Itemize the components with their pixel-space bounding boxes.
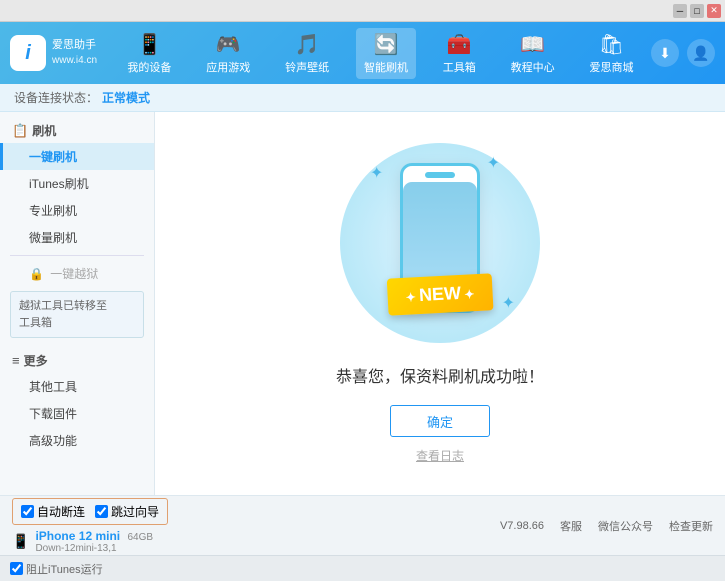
header-actions: ⬇ 👤	[651, 39, 715, 67]
logo-text: 爱思助手 www.i4.cn	[52, 38, 97, 67]
sidebar-item-micro-flash[interactable]: 微量刷机	[0, 224, 154, 251]
bottom-device-info: 📱 iPhone 12 mini 64GB Down-12mini-13,1	[12, 529, 168, 554]
main-layout: 📋 刷机 一键刷机 iTunes刷机 专业刷机 微量刷机 🔒 一键越狱 越狱工具…	[0, 112, 725, 495]
success-text: 恭喜您，保资料刷机成功啦！	[336, 363, 544, 387]
logo-area: i 爱思助手 www.i4.cn	[10, 35, 110, 71]
confirm-button[interactable]: 确定	[390, 405, 490, 437]
skip-wizard-checkbox[interactable]: 跳过向导	[95, 503, 159, 520]
device-phone-icon: 📱	[12, 533, 29, 550]
logo-char: i	[25, 42, 31, 65]
nav-item-apps-games[interactable]: 🎮应用游戏	[198, 28, 258, 79]
block-itunes-checkbox[interactable]: 阻止iTunes运行	[10, 561, 103, 577]
sidebar-item-jailbreak: 🔒 一键越狱	[0, 260, 154, 287]
nav-icon-toolbox: 🧰	[447, 32, 472, 57]
nav-icon-smart-flash: 🔄	[374, 32, 399, 57]
user-icon[interactable]: 👤	[687, 39, 715, 67]
wechat-link[interactable]: 微信公众号	[598, 518, 653, 534]
sidebar-item-download-fw[interactable]: 下载固件	[0, 400, 154, 427]
sidebar-item-itunes[interactable]: iTunes刷机	[0, 170, 154, 197]
footer-bar: 阻止iTunes运行	[0, 555, 725, 581]
minimize-button[interactable]: ─	[673, 4, 687, 18]
phone-notch	[425, 172, 455, 178]
sidebar-section-flash: 📋 刷机 一键刷机 iTunes刷机 专业刷机 微量刷机 🔒 一键越狱 越狱工具…	[0, 112, 154, 338]
device-model: Down-12mini-13,1	[35, 543, 153, 554]
sidebar-item-one-click[interactable]: 一键刷机	[0, 143, 154, 170]
flash-section-icon: 📋	[12, 123, 28, 139]
sidebar-section-label: 刷机	[32, 122, 56, 139]
revisit-log-link[interactable]: 查看日志	[416, 447, 464, 464]
nav-icon-ringtones: 🎵	[295, 32, 320, 57]
title-bar: ─ □ ✕	[0, 0, 725, 22]
sparkle-1: ✦	[370, 163, 383, 183]
sidebar-more-header: ≡ 更多	[0, 348, 154, 373]
nav-item-toolbox[interactable]: 🧰工具箱	[435, 28, 484, 79]
close-button[interactable]: ✕	[707, 4, 721, 18]
bottom-left-col: 自动断连 跳过向导 📱 iPhone 12 mini 64GB Down-12m…	[12, 498, 168, 554]
sidebar-section-header: 📋 刷机	[0, 118, 154, 143]
device-storage: 64GB	[127, 532, 153, 543]
sparkle-2: ✦	[487, 153, 500, 173]
nav-item-smart-flash[interactable]: 🔄智能刷机	[356, 28, 416, 79]
sidebar-item-other-tools[interactable]: 其他工具	[0, 373, 154, 400]
download-icon[interactable]: ⬇	[651, 39, 679, 67]
new-badge: NEW	[387, 273, 494, 315]
sidebar: 📋 刷机 一键刷机 iTunes刷机 专业刷机 微量刷机 🔒 一键越狱 越狱工具…	[0, 112, 155, 495]
maximize-button[interactable]: □	[690, 4, 704, 18]
nav-bar: 📱我的设备 🎮应用游戏 🎵铃声壁纸 🔄智能刷机 🧰工具箱 📖教程中心 🛍爱思商城	[110, 28, 651, 79]
status-label: 设备连接状态：	[14, 89, 98, 106]
nav-item-tutorial[interactable]: 📖教程中心	[503, 28, 563, 79]
nav-item-my-device[interactable]: 📱我的设备	[119, 28, 179, 79]
sparkle-3: ✦	[502, 293, 515, 313]
check-update-link[interactable]: 检查更新	[669, 518, 713, 534]
nav-icon-apps-games: 🎮	[216, 32, 241, 57]
sidebar-section-more: ≡ 更多 其他工具 下载固件 高级功能	[0, 342, 154, 454]
bottom-area: 自动断连 跳过向导 📱 iPhone 12 mini 64GB Down-12m…	[0, 495, 725, 555]
nav-icon-mall: 🛍	[599, 32, 624, 57]
status-value: 正常模式	[102, 89, 150, 106]
logo-icon: i	[10, 35, 46, 71]
device-name: iPhone 12 mini	[35, 529, 120, 543]
nav-item-ringtones[interactable]: 🎵铃声壁纸	[277, 28, 337, 79]
support-link[interactable]: 客服	[560, 518, 582, 534]
sidebar-item-advanced[interactable]: 高级功能	[0, 427, 154, 454]
nav-icon-tutorial: 📖	[520, 32, 545, 57]
sidebar-jailbreak-note: 越狱工具已转移至 工具箱	[10, 291, 144, 338]
more-icon: ≡	[12, 353, 20, 368]
status-bar: 设备连接状态： 正常模式	[0, 84, 725, 112]
sidebar-divider-1	[10, 255, 144, 256]
content-area: ✦ ✦ ✦ NEW 恭喜您，保资料刷机成功啦！ 确定 查看日志	[155, 112, 725, 495]
nav-icon-my-device: 📱	[137, 32, 162, 57]
device-details: iPhone 12 mini 64GB Down-12mini-13,1	[35, 529, 153, 554]
bottom-right: V7.98.66 客服 微信公众号 检查更新	[500, 518, 713, 534]
nav-item-mall[interactable]: 🛍爱思商城	[581, 28, 641, 79]
bottom-checks: 自动断连 跳过向导	[12, 498, 168, 525]
sidebar-item-pro-flash[interactable]: 专业刷机	[0, 197, 154, 224]
auto-disconnect-checkbox[interactable]: 自动断连	[21, 503, 85, 520]
lock-icon: 🔒	[29, 267, 44, 281]
version-label: V7.98.66	[500, 520, 544, 532]
header: i 爱思助手 www.i4.cn 📱我的设备 🎮应用游戏 🎵铃声壁纸 🔄智能刷机 🧰工具…	[0, 22, 725, 84]
phone-illustration: ✦ ✦ ✦ NEW	[340, 143, 540, 343]
